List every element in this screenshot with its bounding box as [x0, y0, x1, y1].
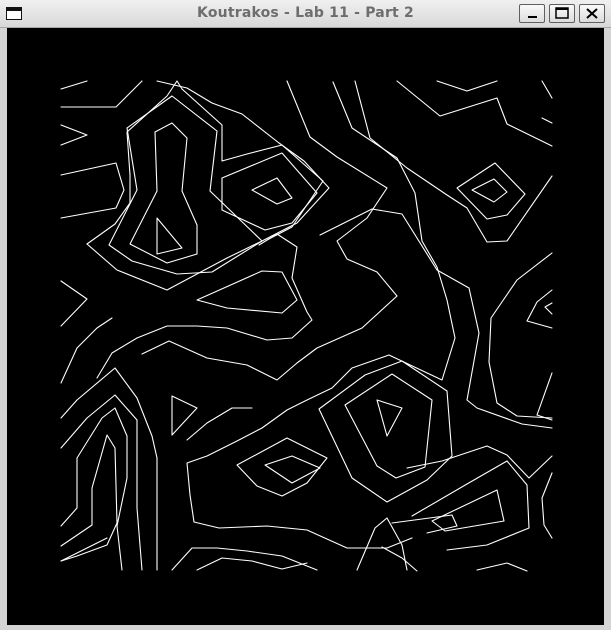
- title-bar[interactable]: Koutrakos - Lab 11 - Part 2: [0, 0, 611, 28]
- maximize-button[interactable]: [549, 4, 575, 23]
- close-icon: [586, 8, 598, 19]
- app-window: Koutrakos - Lab 11 - Part 2: [0, 0, 611, 630]
- minimize-button[interactable]: [519, 4, 545, 23]
- close-button[interactable]: [579, 4, 605, 23]
- minimize-icon: [528, 16, 537, 18]
- contour-lines: [60, 80, 553, 572]
- maximize-icon: [555, 7, 569, 19]
- contour-plot-canvas: [7, 28, 604, 625]
